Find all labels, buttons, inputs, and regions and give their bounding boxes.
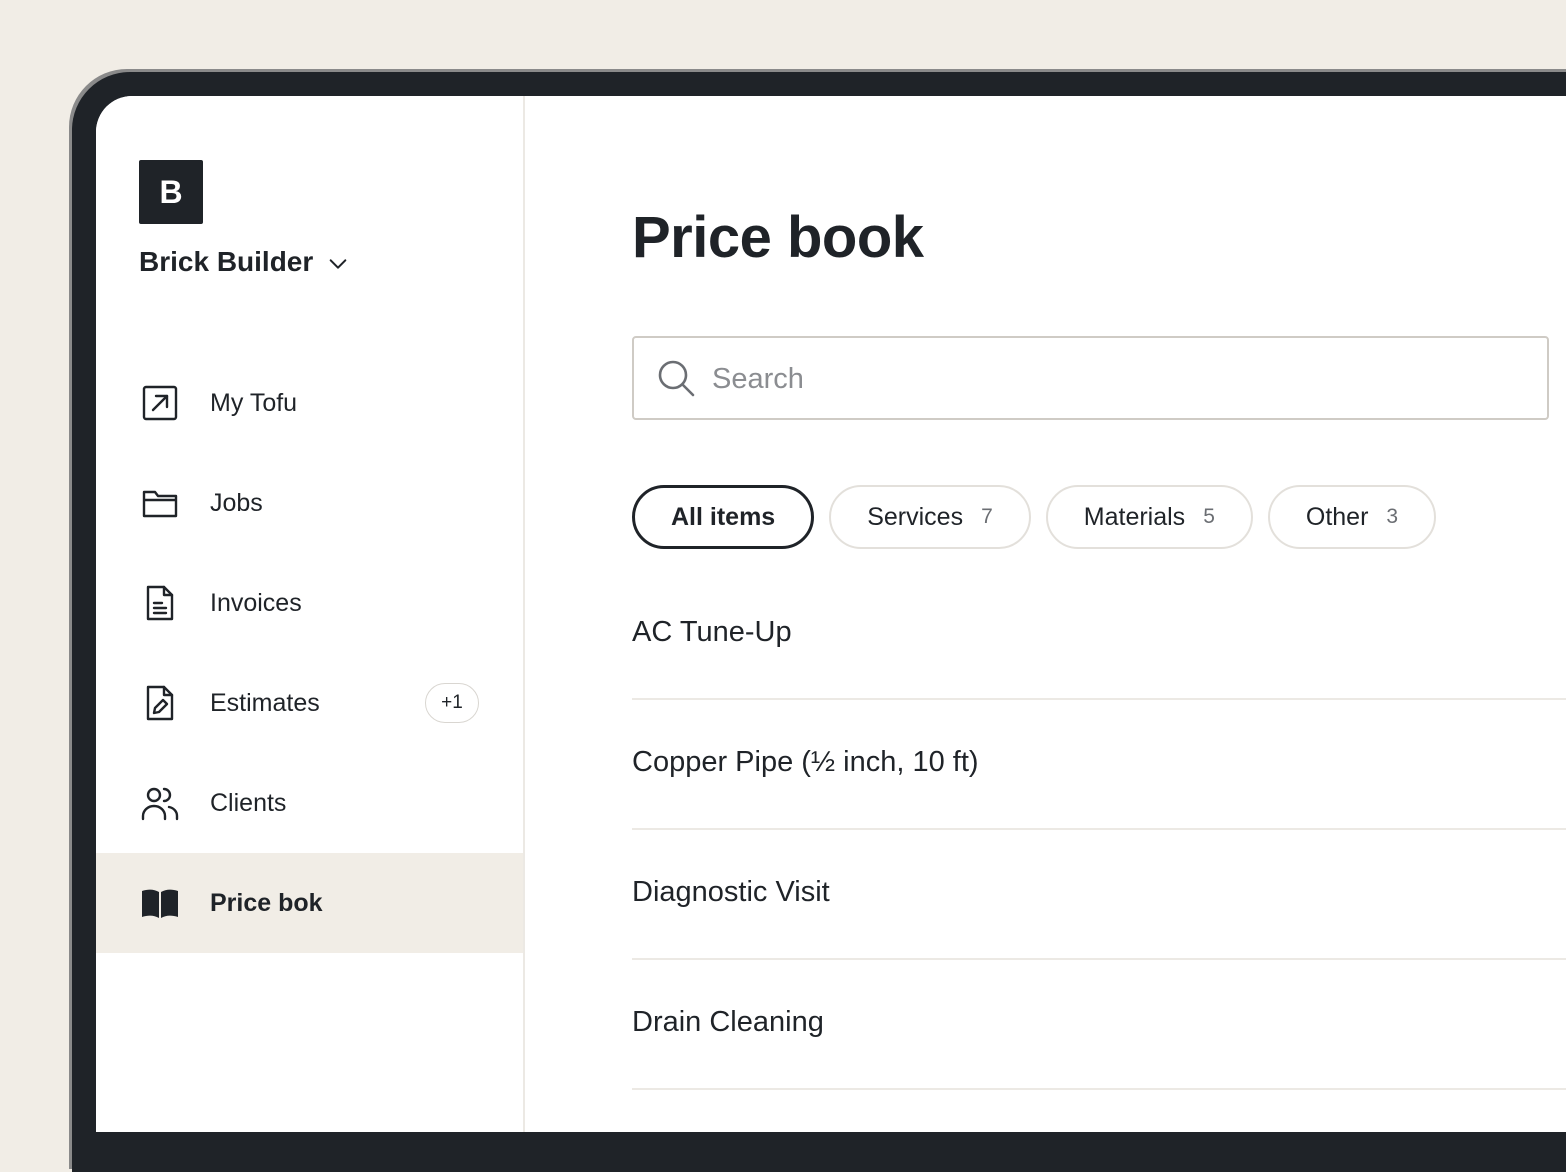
sidebar-item-my-tofu[interactable]: My Tofu (96, 353, 523, 453)
users-icon (140, 783, 180, 823)
main-content: Price book All items Services 7 Material… (524, 96, 1566, 1132)
sidebar-item-label: Invoices (210, 588, 302, 617)
folder-icon (140, 483, 180, 523)
external-link-square-icon (140, 383, 180, 423)
sidebar-item-label: Estimates (210, 688, 320, 717)
list-item[interactable]: Copper Pipe (½ inch, 10 ft) (632, 700, 1566, 830)
filter-services[interactable]: Services 7 (829, 485, 1031, 549)
sidebar: B Brick Builder My Tofu Jobs Invoices Es… (96, 96, 525, 1132)
sidebar-item-clients[interactable]: Clients (96, 753, 523, 853)
search-input[interactable] (710, 338, 1534, 420)
filter-label: All items (671, 502, 776, 531)
sidebar-item-jobs[interactable]: Jobs (96, 453, 523, 553)
page-title: Price book (632, 205, 924, 270)
price-book-list: AC Tune-Up Copper Pipe (½ inch, 10 ft) D… (632, 570, 1566, 1090)
org-name: Brick Builder (139, 246, 314, 277)
sidebar-item-price-book[interactable]: Price bok (96, 853, 523, 953)
search-box[interactable] (632, 336, 1549, 420)
org-switcher[interactable]: Brick Builder (139, 246, 349, 278)
filter-label: Other (1305, 502, 1369, 531)
sidebar-item-label: Jobs (210, 488, 263, 517)
list-item[interactable]: Drain Cleaning (632, 960, 1566, 1090)
org-logo[interactable]: B (139, 160, 203, 224)
filter-count: 7 (981, 505, 993, 528)
filter-label: Services (867, 502, 964, 531)
filter-chips: All items Services 7 Materials 5 Other 3 (632, 485, 1451, 549)
item-name: Drain Cleaning (632, 1005, 824, 1038)
filter-count: 3 (1386, 505, 1399, 528)
filter-label: Materials (1083, 502, 1186, 531)
document-icon (140, 583, 180, 623)
item-name: Copper Pipe (½ inch, 10 ft) (632, 745, 979, 778)
filter-materials[interactable]: Materials 5 (1045, 485, 1253, 549)
filter-count: 5 (1203, 505, 1215, 528)
search-icon (658, 360, 695, 397)
filter-other[interactable]: Other 3 (1267, 485, 1437, 549)
chevron-down-icon (329, 259, 347, 269)
item-name: Diagnostic Visit (632, 875, 830, 908)
sidebar-item-estimates[interactable]: Estimates +1 (96, 653, 523, 753)
estimates-count-badge: +1 (425, 683, 479, 723)
sidebar-nav: My Tofu Jobs Invoices Estimates +1 Clien… (96, 353, 523, 953)
sidebar-item-invoices[interactable]: Invoices (96, 553, 523, 653)
app-window: B Brick Builder My Tofu Jobs Invoices Es… (96, 96, 1566, 1132)
open-book-icon (140, 883, 180, 923)
item-name: AC Tune-Up (632, 615, 792, 648)
sidebar-item-label: Price bok (210, 888, 323, 917)
sidebar-item-label: My Tofu (210, 388, 298, 417)
org-logo-letter: B (159, 173, 183, 210)
list-item[interactable]: Diagnostic Visit (632, 830, 1566, 960)
list-item[interactable]: AC Tune-Up (632, 570, 1566, 700)
document-edit-icon (140, 683, 180, 723)
filter-all-items[interactable]: All items (632, 485, 815, 549)
sidebar-item-label: Clients (210, 788, 287, 817)
